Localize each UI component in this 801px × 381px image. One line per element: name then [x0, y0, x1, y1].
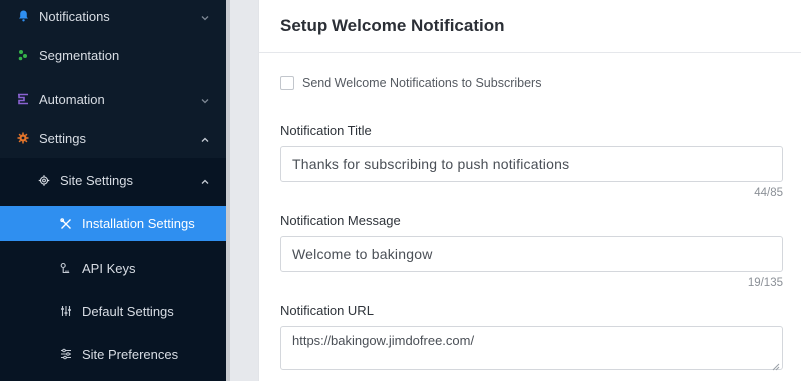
- sidebar-item-notifications[interactable]: Notifications: [0, 5, 226, 27]
- resize-handle-icon[interactable]: [772, 359, 780, 371]
- chevron-up-icon: [200, 133, 210, 143]
- sidebar-item-label: Settings: [39, 130, 86, 146]
- sliders-icon: [60, 305, 72, 317]
- welcome-notification-card: Setup Welcome Notification Send Welcome …: [258, 0, 801, 381]
- sidebar-item-installation-settings[interactable]: Installation Settings: [0, 206, 226, 241]
- bell-icon: [17, 10, 29, 22]
- sidebar-item-site-preferences[interactable]: Site Preferences: [0, 343, 226, 365]
- notification-title-label: Notification Title: [280, 123, 372, 138]
- sidebar-item-label: Segmentation: [39, 47, 120, 63]
- notification-title-input[interactable]: Thanks for subscribing to push notificat…: [280, 146, 783, 182]
- page-title: Setup Welcome Notification: [280, 16, 505, 35]
- tools-icon: [60, 217, 72, 230]
- preferences-icon: [60, 348, 72, 360]
- sidebar-item-automation[interactable]: Automation: [0, 88, 226, 110]
- sidebar-item-site-settings[interactable]: Site Settings: [0, 169, 226, 191]
- notification-message-input[interactable]: Welcome to bakingow: [280, 236, 783, 272]
- notification-url-label: Notification URL: [280, 303, 374, 318]
- notification-message-label: Notification Message: [280, 213, 401, 228]
- send-welcome-checkbox-row[interactable]: Send Welcome Notifications to Subscriber…: [280, 76, 541, 90]
- sidebar-item-label: Site Preferences: [82, 346, 179, 362]
- chevron-down-icon: [200, 11, 210, 21]
- notification-url-textarea[interactable]: https://bakingow.jimdofree.com/: [280, 326, 783, 371]
- textarea-value: https://bakingow.jimdofree.com/: [292, 333, 475, 348]
- card-header: Setup Welcome Notification: [259, 0, 801, 53]
- automation-icon: [17, 93, 29, 105]
- input-value: Welcome to bakingow: [292, 246, 433, 262]
- sidebar-item-label: Installation Settings: [82, 216, 195, 231]
- sidebar-item-label: API Keys: [82, 260, 136, 276]
- sidebar-item-segmentation[interactable]: Segmentation: [0, 44, 226, 66]
- checkbox-label: Send Welcome Notifications to Subscriber…: [302, 76, 542, 90]
- sidebar: Notifications Segmentation Automation Se…: [0, 0, 226, 381]
- gear-outline-icon: [38, 174, 50, 186]
- title-char-counter: 44/85: [754, 187, 783, 199]
- settings-submenu: Site Settings Installation Settings API …: [0, 158, 226, 381]
- sidebar-item-label: Site Settings: [60, 172, 133, 188]
- message-char-counter: 19/135: [747, 277, 783, 289]
- sidebar-scroll-divider: [226, 0, 230, 381]
- sidebar-item-default-settings[interactable]: Default Settings: [0, 300, 226, 322]
- sidebar-item-label: Notifications: [39, 8, 110, 24]
- send-welcome-checkbox[interactable]: [280, 76, 294, 90]
- key-icon: [60, 262, 72, 274]
- segment-dots-icon: [17, 49, 29, 61]
- sidebar-item-settings[interactable]: Settings: [0, 127, 226, 149]
- gear-icon: [17, 132, 29, 144]
- sidebar-item-label: Automation: [39, 91, 105, 107]
- sidebar-item-label: Default Settings: [82, 303, 174, 319]
- sidebar-item-api-keys[interactable]: API Keys: [0, 257, 226, 279]
- chevron-up-icon: [200, 175, 210, 185]
- chevron-down-icon: [200, 94, 210, 104]
- input-value: Thanks for subscribing to push notificat…: [292, 156, 570, 172]
